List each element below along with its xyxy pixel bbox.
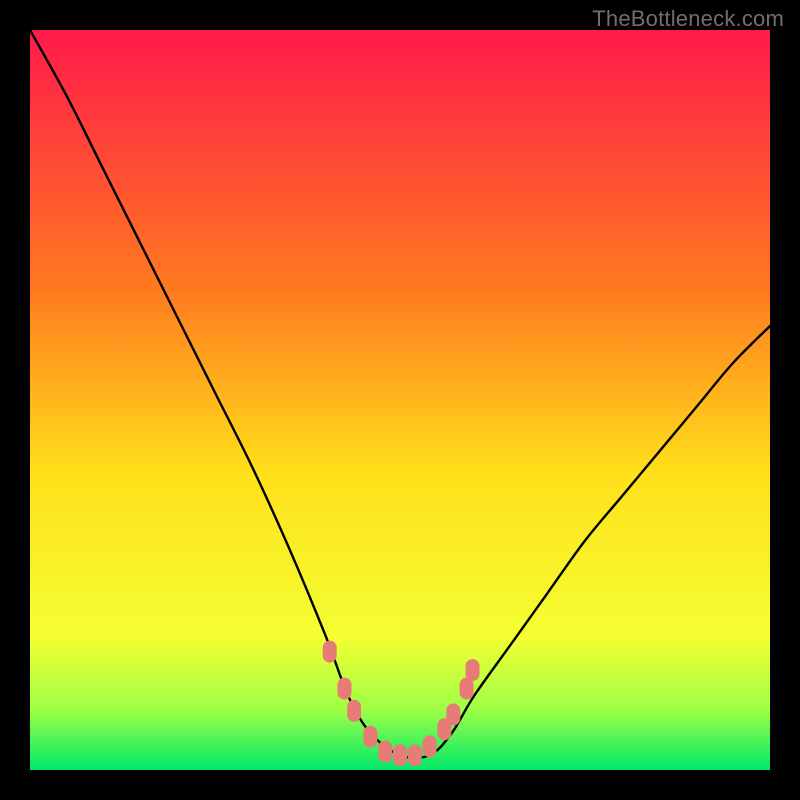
gradient-background — [30, 30, 770, 770]
marker — [446, 704, 460, 726]
marker — [338, 678, 352, 700]
plot-svg — [30, 30, 770, 770]
marker — [393, 744, 407, 766]
marker — [347, 700, 361, 722]
attribution-text: TheBottleneck.com — [592, 6, 784, 32]
marker — [408, 744, 422, 766]
plot-area — [30, 30, 770, 770]
marker — [423, 735, 437, 757]
marker — [378, 741, 392, 763]
marker — [363, 726, 377, 748]
chart-frame: TheBottleneck.com — [0, 0, 800, 800]
marker — [466, 659, 480, 681]
marker — [323, 641, 337, 663]
